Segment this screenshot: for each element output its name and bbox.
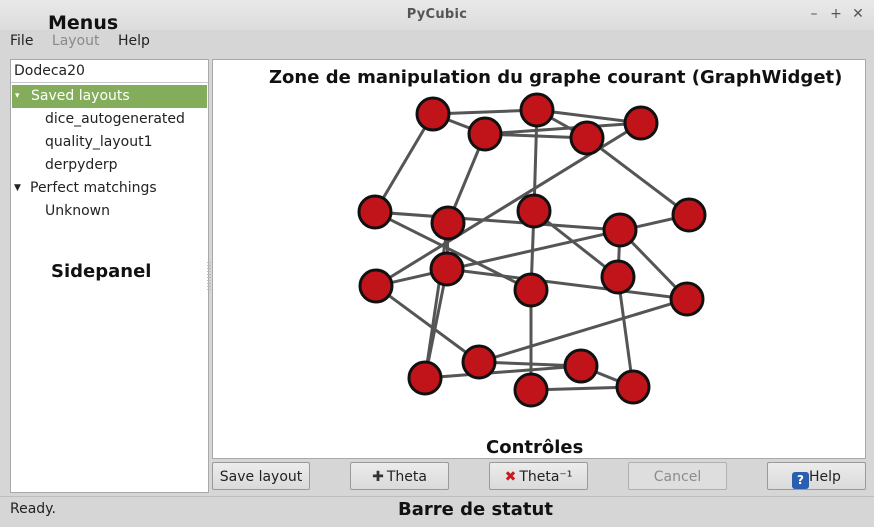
graph-edge: [375, 284, 480, 364]
annotation-controls: Contrôles: [486, 437, 584, 458]
theta-label: Theta: [386, 469, 427, 485]
graph-node[interactable]: [461, 344, 497, 380]
tree-item-matching[interactable]: Unknown: [11, 200, 208, 223]
graph-edge: [586, 136, 690, 217]
help-label: Help: [809, 469, 841, 485]
graph-node[interactable]: [415, 96, 451, 132]
graph-node[interactable]: [357, 194, 393, 230]
layout-tree: ▾ Saved layouts dice_autogenerated quali…: [11, 85, 208, 223]
graph-edge: [424, 364, 582, 380]
graph-widget[interactable]: [212, 59, 866, 459]
menubar: File Layout Help: [10, 33, 164, 53]
graph-node[interactable]: [429, 251, 465, 287]
splitter-handle[interactable]: [207, 262, 211, 292]
annotation-statusbar: Barre de statut: [398, 499, 553, 520]
graph-edge: [374, 210, 621, 232]
save-layout-button[interactable]: Save layout: [212, 462, 310, 490]
graph-node[interactable]: [671, 197, 707, 233]
graph-node[interactable]: [407, 360, 443, 396]
graph-node[interactable]: [467, 116, 503, 152]
collapse-icon[interactable]: ▾: [15, 85, 20, 108]
theta-inverse-button[interactable]: ✖ Theta⁻¹: [489, 462, 588, 490]
graph-node[interactable]: [513, 272, 549, 308]
graph-node[interactable]: [669, 281, 705, 317]
cross-icon: ✖: [504, 469, 517, 485]
close-icon[interactable]: ✕: [850, 5, 866, 23]
graph-canvas[interactable]: [213, 60, 865, 458]
cancel-label: Cancel: [653, 469, 702, 485]
graph-edge: [446, 267, 688, 301]
tree-item-perfect-matchings[interactable]: ▼ Perfect matchings: [11, 177, 208, 200]
menu-layout[interactable]: Layout: [52, 33, 100, 49]
annotation-menus: Menus: [48, 12, 119, 34]
graph-node[interactable]: [569, 120, 605, 156]
tree-item-layout[interactable]: derpyderp: [11, 154, 208, 177]
graph-node[interactable]: [600, 259, 636, 295]
collapse-icon[interactable]: ▼: [14, 177, 21, 200]
maximize-icon[interactable]: +: [828, 5, 844, 23]
graph-node[interactable]: [430, 205, 466, 241]
graph-node[interactable]: [602, 212, 638, 248]
tree-item-saved-layouts[interactable]: ▾ Saved layouts: [12, 85, 207, 108]
tree-item-layout[interactable]: dice_autogenerated: [11, 108, 208, 131]
window-title: PyCubic: [406, 7, 468, 22]
minimize-icon[interactable]: –: [806, 5, 822, 23]
menu-file[interactable]: File: [10, 33, 33, 49]
help-button[interactable]: ? Help: [767, 462, 866, 490]
graph-selector[interactable]: Dodeca20: [11, 60, 208, 83]
help-icon: ?: [792, 472, 810, 489]
annotation-sidepanel: Sidepanel: [51, 261, 152, 282]
theta-inverse-label: Theta⁻¹: [519, 469, 573, 485]
annotation-graph-zone: Zone de manipulation du graphe courant (…: [269, 67, 843, 88]
save-layout-label: Save layout: [219, 469, 303, 485]
plus-icon: ✚: [372, 469, 384, 485]
tree-item-layout[interactable]: quality_layout1: [11, 131, 208, 154]
cancel-button[interactable]: Cancel: [628, 462, 727, 490]
graph-node[interactable]: [563, 348, 599, 384]
tree-label: Saved layouts: [31, 88, 130, 104]
tree-label: Perfect matchings: [30, 180, 157, 196]
graph-node[interactable]: [615, 369, 651, 405]
graph-node[interactable]: [516, 193, 552, 229]
menu-help[interactable]: Help: [118, 33, 150, 49]
theta-button[interactable]: ✚ Theta: [350, 462, 449, 490]
graph-node[interactable]: [358, 268, 394, 304]
graph-node[interactable]: [513, 372, 549, 408]
status-text: Ready.: [10, 501, 56, 517]
graph-node[interactable]: [623, 105, 659, 141]
title-bar: PyCubic – + ✕: [0, 0, 874, 30]
graph-node[interactable]: [519, 92, 555, 128]
